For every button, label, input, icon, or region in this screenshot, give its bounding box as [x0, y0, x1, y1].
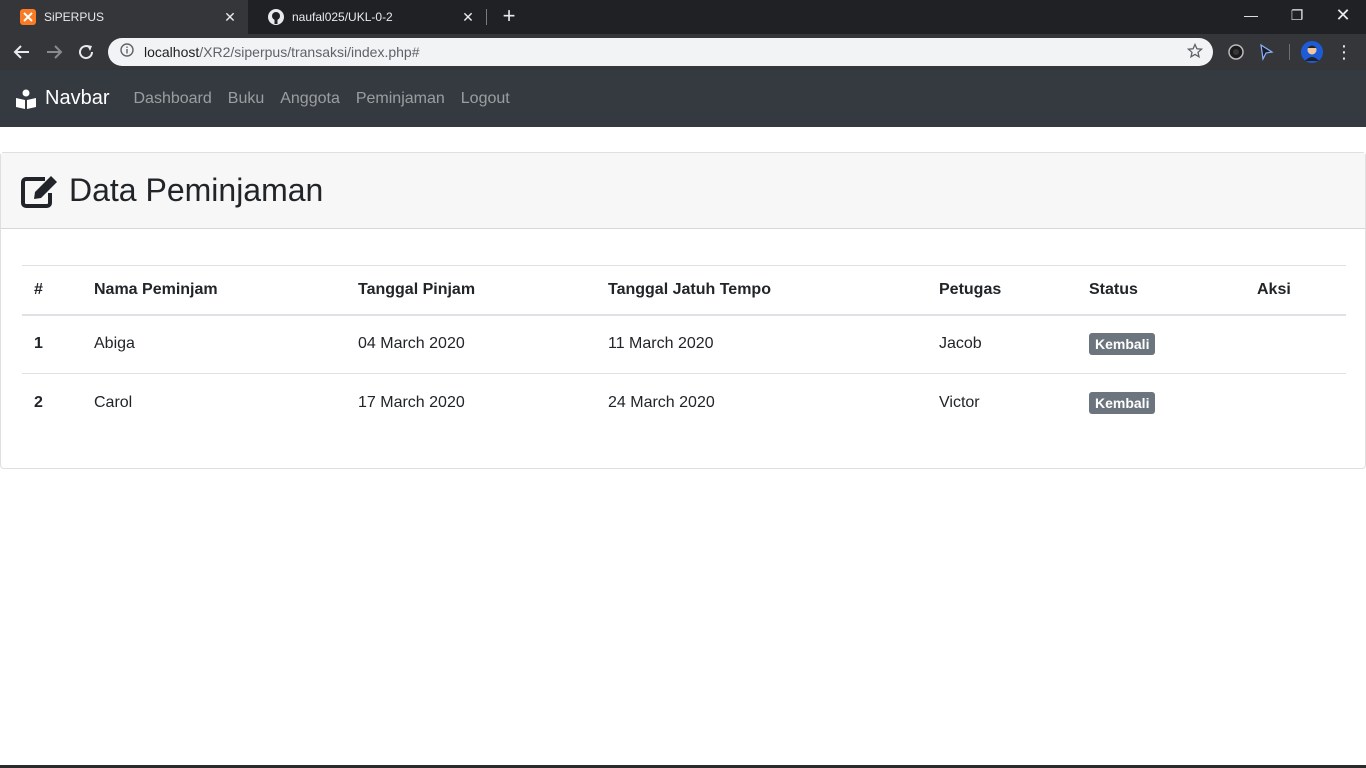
browser-tabstrip: SiPERPUS ✕ naufal025/UKL-0-2 ✕ + — ❐ ✕ [0, 0, 1366, 34]
back-icon[interactable] [10, 40, 34, 64]
github-favicon-icon [268, 9, 284, 25]
nav-link-peminjaman[interactable]: Peminjaman [348, 90, 453, 108]
forward-icon[interactable] [42, 40, 66, 64]
browser-toolbar: localhost/XR2/siperpus/transaksi/index.p… [0, 34, 1366, 70]
reload-icon[interactable] [74, 40, 98, 64]
profile-avatar[interactable] [1301, 41, 1323, 63]
brand-label: Navbar [45, 87, 110, 109]
cell-petugas: Victor [939, 394, 980, 412]
table-row: 1 Abiga 04 March 2020 11 March 2020 Jaco… [22, 314, 1346, 374]
nav-link-logout[interactable]: Logout [453, 90, 518, 108]
peminjaman-card: Data Peminjaman # Nama Peminjam Tanggal … [0, 152, 1366, 469]
tab-title: naufal025/UKL-0-2 [292, 10, 393, 24]
status-badge: Kembali [1089, 392, 1156, 415]
cell-aksi [1245, 314, 1346, 374]
url-text: localhost/XR2/siperpus/transaksi/index.p… [144, 44, 420, 60]
minimize-button[interactable]: — [1228, 0, 1274, 30]
cell-tanggal-pinjam: 04 March 2020 [346, 314, 596, 374]
table-row: 2 Carol 17 March 2020 24 March 2020 Vict… [22, 374, 1346, 433]
status-badge: Kembali [1089, 333, 1156, 356]
column-header-tanggal-pinjam: Tanggal Pinjam [346, 265, 596, 316]
xampp-favicon-icon [20, 9, 36, 25]
column-header-number: # [22, 265, 82, 316]
column-header-petugas: Petugas [927, 265, 1077, 316]
page-title: Data Peminjaman [69, 172, 324, 208]
toolbar-separator [1289, 44, 1290, 60]
cell-jatuh-tempo: 11 March 2020 [596, 314, 927, 374]
site-navbar: Navbar Dashboard Buku Anggota Peminjaman… [0, 70, 1366, 127]
table-header-row: # Nama Peminjam Tanggal Pinjam Tanggal J… [22, 265, 1346, 316]
tab-title: SiPERPUS [44, 10, 105, 24]
cell-nama: Abiga [82, 314, 346, 374]
row-number: 1 [22, 314, 82, 374]
url-host: localhost [144, 44, 200, 60]
close-tab-icon[interactable]: ✕ [222, 9, 238, 26]
column-header-aksi: Aksi [1245, 265, 1346, 316]
card-header: Data Peminjaman [1, 153, 1365, 229]
nav-link-anggota[interactable]: Anggota [272, 90, 348, 108]
star-icon[interactable] [1186, 42, 1204, 64]
navbar-brand[interactable]: Navbar [15, 87, 109, 110]
tab-divider [486, 9, 487, 25]
extension-icon[interactable] [1225, 41, 1247, 63]
peminjaman-table: # Nama Peminjam Tanggal Pinjam Tanggal J… [22, 265, 1346, 433]
reader-book-icon [15, 89, 37, 109]
cell-petugas: Jacob [927, 314, 1077, 374]
column-header-jatuh-tempo: Tanggal Jatuh Tempo [596, 265, 927, 316]
address-bar[interactable]: localhost/XR2/siperpus/transaksi/index.p… [108, 38, 1213, 66]
nav-link-buku[interactable]: Buku [220, 90, 272, 108]
browser-tab-siperpus[interactable]: SiPERPUS ✕ [0, 0, 248, 34]
column-header-nama: Nama Peminjam [82, 265, 346, 316]
cell-status: Kembali [1077, 374, 1245, 433]
row-number: 2 [34, 394, 43, 412]
cell-nama: Carol [94, 394, 133, 412]
browser-tab-github[interactable]: naufal025/UKL-0-2 ✕ [248, 0, 486, 34]
edit-icon [21, 174, 59, 208]
cursor-extension-icon[interactable] [1255, 41, 1277, 63]
info-icon[interactable] [120, 42, 134, 62]
cell-jatuh-tempo: 24 March 2020 [608, 394, 715, 412]
new-tab-button[interactable]: + [498, 5, 520, 27]
cell-aksi [1245, 374, 1346, 433]
menu-kebab-icon[interactable]: ⋮ [1333, 41, 1355, 63]
url-path: /XR2/siperpus/transaksi/index.php# [199, 44, 420, 60]
cell-status: Kembali [1077, 314, 1245, 374]
column-header-status: Status [1077, 265, 1245, 316]
close-window-button[interactable]: ✕ [1320, 0, 1366, 30]
restore-button[interactable]: ❐ [1274, 0, 1320, 30]
cell-tanggal-pinjam: 17 March 2020 [358, 394, 465, 412]
close-tab-icon[interactable]: ✕ [460, 9, 476, 26]
nav-link-dashboard[interactable]: Dashboard [125, 90, 219, 108]
